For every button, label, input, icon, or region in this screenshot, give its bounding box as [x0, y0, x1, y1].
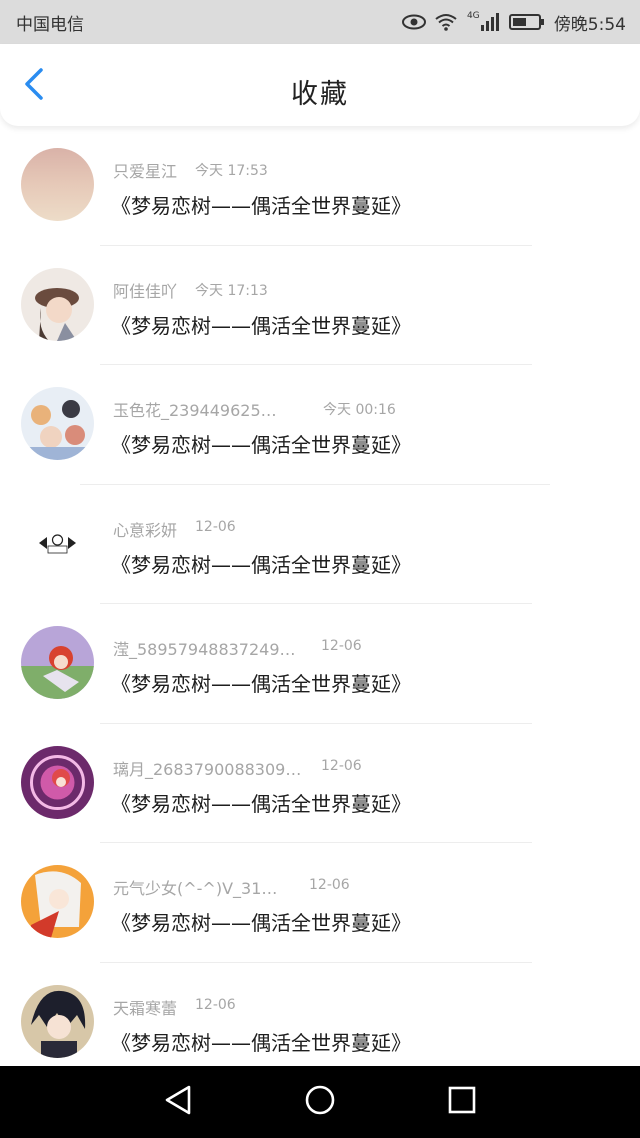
eye-icon	[401, 12, 426, 32]
timestamp: 12-06	[309, 877, 350, 893]
item-content[interactable]: 《梦易恋树——偶活全世界蔓延》	[111, 190, 411, 219]
status-time: 傍晚5:54	[553, 14, 626, 35]
avatar[interactable]	[21, 387, 94, 460]
status-bar: 中国电信 4G 傍晚5:54	[0, 0, 640, 44]
system-nav-bar	[0, 1066, 640, 1138]
signal-icon: 4G	[466, 11, 500, 32]
system-back-button[interactable]	[160, 1084, 196, 1120]
item-meta: 心意彩妍 12-06	[113, 517, 423, 541]
timestamp: 12-06	[321, 638, 362, 654]
page-title: 收藏	[291, 79, 349, 110]
timestamp: 12-06	[195, 996, 236, 1013]
triangle-back-icon	[163, 1084, 193, 1120]
username[interactable]: 心意彩妍	[113, 517, 177, 541]
item-meta: 玉色花_23944962524… 今天 00:16	[113, 397, 423, 421]
username[interactable]: 天霜寒蕾	[113, 995, 177, 1019]
timestamp: 今天 17:13	[195, 282, 268, 299]
item-content[interactable]: 《梦易恋树——偶活全世界蔓延》	[111, 549, 411, 578]
wifi-icon	[434, 12, 458, 32]
avatar[interactable]	[21, 745, 94, 819]
username[interactable]: 元气少女(^-^)V_310…	[113, 875, 283, 899]
carrier-label: 中国电信	[16, 14, 84, 35]
item-content[interactable]: 《梦易恋树——偶活全世界蔓延》	[111, 429, 411, 458]
avatar[interactable]	[21, 148, 94, 221]
nav-bar: 收藏	[0, 44, 640, 126]
timestamp: 今天 17:53	[195, 163, 268, 179]
timestamp: 12-06	[195, 518, 236, 535]
item-content[interactable]: 《梦易恋树——偶活全世界蔓延》	[111, 788, 411, 817]
username[interactable]: 璃月_26837900883090626	[113, 756, 303, 780]
list-item[interactable]: 滢_5895794883724999556 12-06 《梦易恋树——偶活全世界…	[0, 604, 640, 724]
square-recents-icon	[447, 1085, 477, 1119]
avatar[interactable]	[21, 267, 94, 341]
item-meta: 只爱星江 今天 17:53	[113, 158, 423, 182]
username[interactable]: 玉色花_23944962524…	[113, 397, 283, 421]
system-recents-button[interactable]	[444, 1084, 480, 1120]
timestamp: 今天 00:16	[323, 402, 396, 418]
timestamp: 12-06	[321, 757, 362, 774]
favorites-list: 只爱星江 今天 17:53 《梦易恋树——偶活全世界蔓延》 阿佳佳吖 今天 17…	[0, 126, 640, 1082]
list-item[interactable]: 心意彩妍 12-06 《梦易恋树——偶活全世界蔓延》	[0, 485, 640, 604]
item-content[interactable]: 《梦易恋树——偶活全世界蔓延》	[111, 310, 411, 339]
status-icons: 4G 傍晚5:54	[401, 10, 626, 35]
item-meta: 阿佳佳吖 今天 17:13	[113, 278, 423, 302]
item-content[interactable]: 《梦易恋树——偶活全世界蔓延》	[111, 1027, 411, 1056]
battery-icon	[508, 12, 546, 32]
item-meta: 滢_5895794883724999556 12-06	[113, 636, 423, 660]
list-item[interactable]: 元气少女(^-^)V_310… 12-06 《梦易恋树——偶活全世界蔓延》	[0, 843, 640, 963]
avatar[interactable]	[21, 626, 94, 699]
avatar[interactable]	[21, 984, 94, 1058]
item-content[interactable]: 《梦易恋树——偶活全世界蔓延》	[111, 907, 411, 936]
circle-home-icon	[304, 1084, 336, 1120]
item-meta: 元气少女(^-^)V_310… 12-06	[113, 875, 423, 899]
list-item[interactable]: 阿佳佳吖 今天 17:13 《梦易恋树——偶活全世界蔓延》	[0, 246, 640, 365]
list-item[interactable]: 玉色花_23944962524… 今天 00:16 《梦易恋树——偶活全世界蔓延…	[0, 365, 640, 485]
item-meta: 天霜寒蕾 12-06	[113, 995, 423, 1019]
item-meta: 璃月_26837900883090626 12-06	[113, 756, 423, 780]
username[interactable]: 阿佳佳吖	[113, 278, 177, 302]
avatar[interactable]	[21, 865, 94, 938]
network-label: 4G	[466, 11, 480, 21]
username[interactable]: 滢_5895794883724999556	[113, 636, 303, 660]
list-item[interactable]: 璃月_26837900883090626 12-06 《梦易恋树——偶活全世界蔓…	[0, 724, 640, 843]
system-home-button[interactable]	[302, 1084, 338, 1120]
list-item[interactable]: 天霜寒蕾 12-06 《梦易恋树——偶活全世界蔓延》	[0, 963, 640, 1083]
username[interactable]: 只爱星江	[113, 158, 177, 182]
list-item[interactable]: 只爱星江 今天 17:53 《梦易恋树——偶活全世界蔓延》	[0, 126, 640, 246]
avatar[interactable]	[21, 506, 94, 580]
item-content[interactable]: 《梦易恋树——偶活全世界蔓延》	[111, 668, 411, 697]
